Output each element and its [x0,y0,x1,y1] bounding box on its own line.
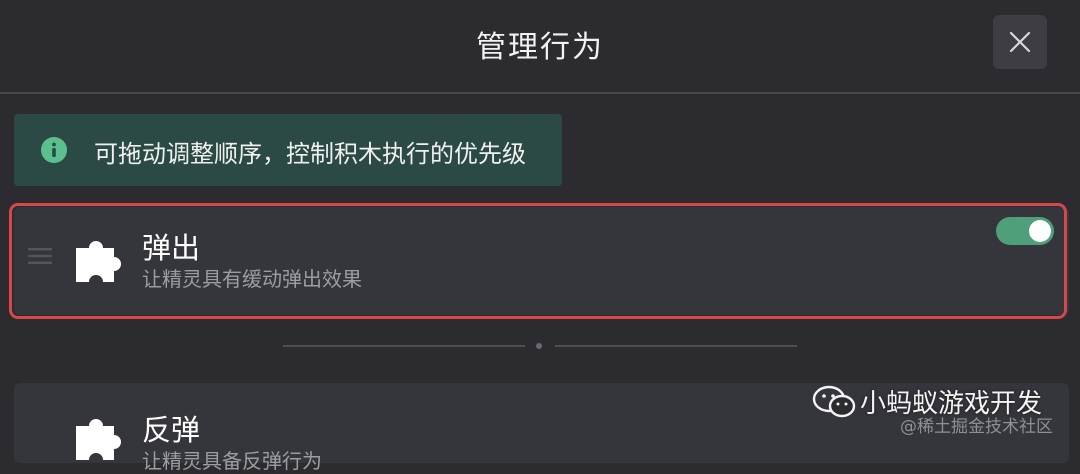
behavior-description: 让精灵具备反弹行为 [142,449,322,473]
selection-highlight [9,203,1067,319]
behavior-name: 反弹 [142,413,201,447]
tip-text: 可拖动调整顺序，控制积木执行的优先级 [94,140,526,168]
divider-line [283,345,525,347]
puzzle-piece-icon [76,419,121,460]
close-icon [1009,31,1031,53]
wechat-icon [812,385,856,418]
info-tip: 可拖动调整顺序，控制积木执行的优先级 [14,114,562,186]
credit-text: @稀土掘金技术社区 [900,417,1053,437]
divider-line [555,345,797,347]
dialog-title: 管理行为 [476,30,604,65]
close-button[interactable] [993,15,1047,69]
info-icon [41,137,67,163]
divider-dot [536,343,542,349]
dialog-header: 管理行为 [0,0,1080,94]
